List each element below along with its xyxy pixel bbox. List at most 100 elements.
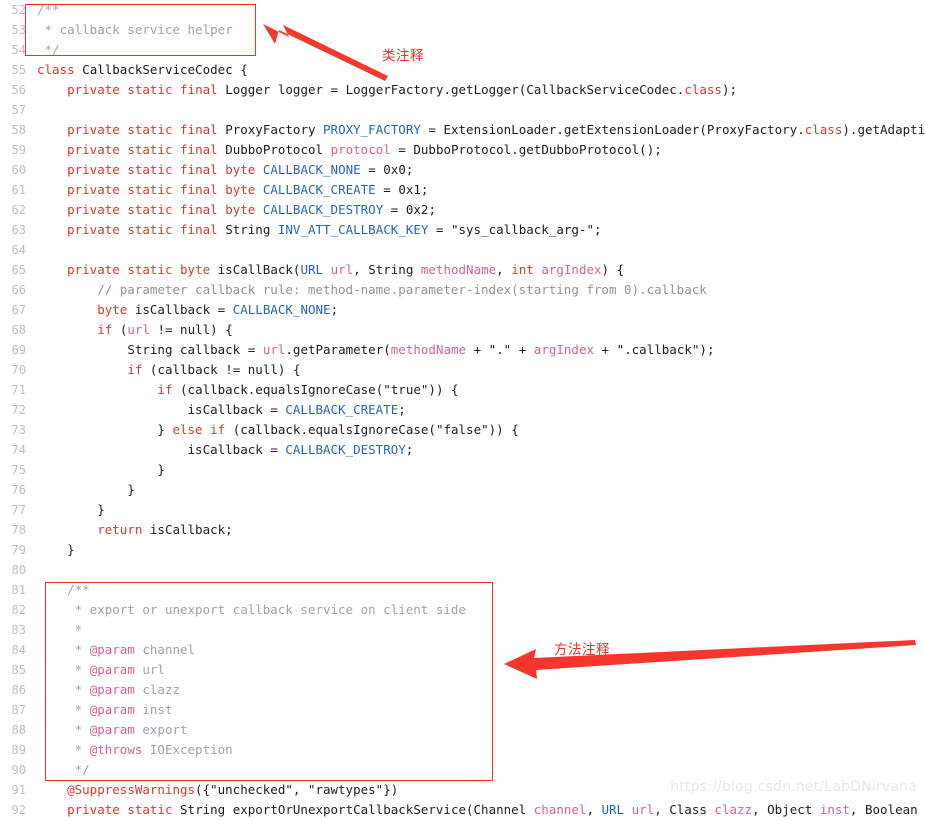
- code-line[interactable]: 82 * export or unexport callback service…: [0, 600, 925, 620]
- code-line[interactable]: 76 }: [0, 480, 925, 500]
- line-content: }: [127, 482, 135, 497]
- line-number: 89: [11, 743, 26, 757]
- line-content: * export or unexport callback service on…: [37, 602, 466, 617]
- line-number: 63: [11, 223, 26, 237]
- line-number: 75: [11, 463, 26, 477]
- code-line[interactable]: 61 private static final byte CALLBACK_CR…: [0, 180, 925, 200]
- line-content: class CallbackServiceCodec {: [37, 62, 248, 77]
- line-content: * @param channel: [37, 642, 196, 657]
- code-line[interactable]: 86 * @param clazz: [0, 680, 925, 700]
- line-number: 55: [11, 63, 26, 77]
- line-number: 77: [11, 503, 26, 517]
- line-content: }: [97, 502, 105, 517]
- line-content: private static byte isCallBack(URL url, …: [67, 262, 625, 277]
- code-line[interactable]: 84 * @param channel: [0, 640, 925, 660]
- code-line[interactable]: 87 * @param inst: [0, 700, 925, 720]
- line-number: 65: [11, 263, 26, 277]
- line-content: * @throws IOException: [37, 742, 233, 757]
- code-line[interactable]: 77 }: [0, 500, 925, 520]
- code-line[interactable]: 92 private static String exportOrUnexpor…: [0, 800, 925, 820]
- line-content: }: [157, 462, 165, 477]
- line-number: 59: [11, 143, 26, 157]
- line-number: 69: [11, 343, 26, 357]
- line-content: } else if (callback.equalsIgnoreCase("fa…: [157, 422, 519, 437]
- line-number: 76: [11, 483, 26, 497]
- line-content: private static final ProxyFactory PROXY_…: [67, 122, 925, 137]
- line-content: * @param clazz: [37, 682, 180, 697]
- line-number: 78: [11, 523, 26, 537]
- line-number: 87: [11, 703, 26, 717]
- line-number: 71: [11, 383, 26, 397]
- code-line[interactable]: 83 *: [0, 620, 925, 640]
- line-number: 81: [11, 583, 26, 597]
- line-number: 92: [11, 803, 26, 817]
- line-content: */: [37, 42, 60, 57]
- code-line[interactable]: 62 private static final byte CALLBACK_DE…: [0, 200, 925, 220]
- line-number: 61: [11, 183, 26, 197]
- code-line[interactable]: 79 }: [0, 540, 925, 560]
- code-line[interactable]: 58 private static final ProxyFactory PRO…: [0, 120, 925, 140]
- code-line[interactable]: 56 private static final Logger logger = …: [0, 80, 925, 100]
- code-line[interactable]: 54 */: [0, 40, 925, 60]
- line-content: *: [37, 622, 83, 637]
- code-line[interactable]: 59 private static final DubboProtocol pr…: [0, 140, 925, 160]
- code-line[interactable]: 81 /**: [0, 580, 925, 600]
- line-content: * callback service helper: [37, 22, 233, 37]
- code-line[interactable]: 71 if (callback.equalsIgnoreCase("true")…: [0, 380, 925, 400]
- code-line[interactable]: 73 } else if (callback.equalsIgnoreCase(…: [0, 420, 925, 440]
- code-line[interactable]: 89 * @throws IOException: [0, 740, 925, 760]
- line-content: private static final byte CALLBACK_DESTR…: [67, 202, 436, 217]
- code-line[interactable]: 66 // parameter callback rule: method-na…: [0, 280, 925, 300]
- line-content: return isCallback;: [97, 522, 233, 537]
- code-line[interactable]: 65 private static byte isCallBack(URL ur…: [0, 260, 925, 280]
- code-line[interactable]: 64: [0, 240, 925, 260]
- line-content: isCallback = CALLBACK_DESTROY;: [187, 442, 414, 457]
- line-number: 74: [11, 443, 26, 457]
- line-number: 68: [11, 323, 26, 337]
- line-content: private static final DubboProtocol proto…: [67, 142, 662, 157]
- code-line[interactable]: 53 * callback service helper: [0, 20, 925, 40]
- line-content: byte isCallback = CALLBACK_NONE;: [97, 302, 339, 317]
- code-line[interactable]: 52 /**: [0, 0, 925, 20]
- code-line[interactable]: 55 class CallbackServiceCodec {: [0, 60, 925, 80]
- code-line[interactable]: 78 return isCallback;: [0, 520, 925, 540]
- line-number: 53: [11, 23, 26, 37]
- code-line[interactable]: 68 if (url != null) {: [0, 320, 925, 340]
- watermark: https://blog.csdn.net/LabDNirvana: [670, 779, 917, 795]
- code-viewer[interactable]: 52/** 53 * callback service helper 54 */55…: [0, 0, 925, 817]
- code-line[interactable]: 57: [0, 100, 925, 120]
- line-content: private static final Logger logger = Log…: [67, 82, 738, 97]
- line-content: if (callback.equalsIgnoreCase("true")) {: [157, 382, 459, 397]
- line-number: 83: [11, 623, 26, 637]
- line-number: 79: [11, 543, 26, 557]
- method-comment-annotation-label: 方法注释: [554, 642, 610, 658]
- line-number: 84: [11, 643, 26, 657]
- class-comment-annotation-label: 类注释: [382, 48, 424, 64]
- code-line[interactable]: 67 byte isCallback = CALLBACK_NONE;: [0, 300, 925, 320]
- line-content: String callback = url.getParameter(metho…: [127, 342, 715, 357]
- code-line[interactable]: 75 }: [0, 460, 925, 480]
- line-content: */: [37, 762, 90, 777]
- code-line[interactable]: 85 * @param url: [0, 660, 925, 680]
- line-number: 86: [11, 683, 26, 697]
- code-line[interactable]: 90 */: [0, 760, 925, 780]
- line-number: 58: [11, 123, 26, 137]
- code-line[interactable]: 74 isCallback = CALLBACK_DESTROY;: [0, 440, 925, 460]
- code-line[interactable]: 72 isCallback = CALLBACK_CREATE;: [0, 400, 925, 420]
- code-line[interactable]: 80: [0, 560, 925, 580]
- line-content: /**: [37, 2, 60, 17]
- line-content: if (url != null) {: [97, 322, 233, 337]
- line-number: 70: [11, 363, 26, 377]
- line-number: 91: [11, 783, 26, 797]
- code-line[interactable]: 88 * @param export: [0, 720, 925, 740]
- code-line[interactable]: 69 String callback = url.getParameter(me…: [0, 340, 925, 360]
- code-line[interactable]: 63 private static final String INV_ATT_C…: [0, 220, 925, 240]
- code-line[interactable]: 70 if (callback != null) {: [0, 360, 925, 380]
- code-line[interactable]: 60 private static final byte CALLBACK_NO…: [0, 160, 925, 180]
- line-content: * @param export: [37, 722, 188, 737]
- line-number: 73: [11, 423, 26, 437]
- line-content: private static final byte CALLBACK_NONE …: [67, 162, 414, 177]
- line-number: 90: [11, 763, 26, 777]
- line-number: 57: [11, 103, 26, 117]
- line-content: * @param inst: [37, 702, 173, 717]
